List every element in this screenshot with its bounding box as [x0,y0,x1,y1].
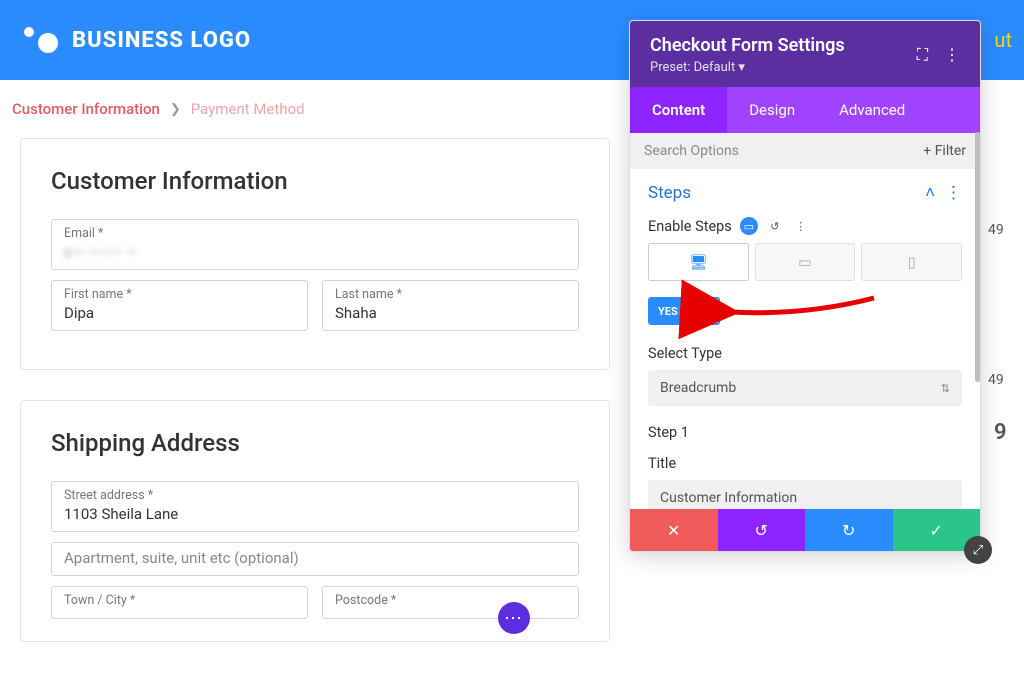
select-type-label: Select Type [648,345,962,362]
fab-more-icon[interactable]: ⋯ [498,602,530,634]
select-type-dropdown[interactable]: Breadcrumb ⇅ [648,370,962,406]
device-phone[interactable]: ▯ [861,243,962,281]
select-type-value: Breadcrumb [660,380,736,396]
expand-icon[interactable]: ⛶ [917,45,928,65]
breadcrumb-step-2[interactable]: Payment Method [191,100,305,118]
toggle-yes-label: YES [650,299,686,323]
first-name-label: First name * [64,287,295,302]
device-tablet[interactable]: ▭ [755,243,856,281]
first-name-field[interactable]: First name * Dipa [51,280,308,331]
undo-button[interactable]: ↺ [718,509,806,551]
chevron-right-icon: ❯ [170,102,181,117]
tab-content[interactable]: Content [630,87,727,133]
cancel-button[interactable]: ✕ [630,509,718,551]
customer-info-heading: Customer Information [51,167,579,195]
postcode-label: Postcode * [335,593,566,608]
tab-advanced[interactable]: Advanced [817,87,927,133]
updown-icon: ⇅ [941,382,950,395]
tab-design[interactable]: Design [727,87,817,133]
email-label: Email * [64,226,566,241]
town-label: Town / City * [64,593,295,608]
side-number: 9 [994,420,1007,445]
apartment-placeholder: Apartment, suite, unit etc (optional) [64,549,566,567]
panel-tabs: Content Design Advanced [630,87,980,133]
first-name-value: Dipa [64,304,295,322]
toggle-knob [686,299,718,323]
street-value: 1103 Sheila Lane [64,505,566,523]
panel-header: Checkout Form Settings Preset: Default ▾… [630,21,980,87]
kebab-icon[interactable]: ⋮ [945,183,962,203]
step1-label: Step 1 [648,424,962,441]
redo-button[interactable]: ↻ [805,509,893,551]
reset-icon[interactable]: ↺ [766,217,784,235]
breadcrumb-step-1[interactable]: Customer Information [12,100,160,118]
steps-section-header[interactable]: Steps ˄ ⋮ [648,183,962,203]
steps-label: Steps [648,183,691,203]
kebab-icon[interactable]: ⋮ [792,217,810,235]
logo-text: BUSINESS LOGO [72,28,251,53]
customer-info-card: Customer Information Email * c— ——— — Fi… [20,138,610,370]
filter-button[interactable]: + Filter [923,143,966,159]
panel-preset[interactable]: Preset: Default ▾ [650,60,845,75]
shipping-heading: Shipping Address [51,429,579,457]
step1-title-input[interactable]: Customer Information [648,480,962,509]
panel-title: Checkout Form Settings [650,35,845,56]
panel-body: Steps ˄ ⋮ Enable Steps ▭ ↺ ⋮ 🖥 ▭ ▯ YES S… [630,169,980,509]
side-number: 49 [988,222,1004,238]
device-toggle: 🖥 ▭ ▯ [648,243,962,281]
search-row: Search Options + Filter [630,133,980,169]
search-input[interactable]: Search Options [644,143,739,159]
apartment-field[interactable]: Apartment, suite, unit etc (optional) [51,542,579,576]
postcode-field[interactable]: Postcode * [322,586,579,619]
enable-steps-toggle[interactable]: YES [648,297,720,325]
last-name-label: Last name * [335,287,566,302]
last-name-value: Shaha [335,304,566,322]
email-value: c— ——— — [64,243,566,261]
topbar-partial-text: ut [994,28,1012,52]
side-number: 49 [988,372,1004,388]
street-field[interactable]: Street address * 1103 Sheila Lane [51,481,579,532]
town-field[interactable]: Town / City * [51,586,308,619]
kebab-icon[interactable]: ⋮ [944,45,960,65]
enable-steps-row: Enable Steps ▭ ↺ ⋮ [648,217,962,235]
phone-icon[interactable]: ▭ [740,217,758,235]
resize-icon[interactable]: ⤢ [964,536,992,564]
logo-icon [24,27,58,53]
enable-steps-label: Enable Steps [648,218,732,235]
chevron-up-icon[interactable]: ˄ [925,183,935,203]
step1-title-value: Customer Information [660,490,797,506]
email-field[interactable]: Email * c— ——— — [51,219,579,270]
street-label: Street address * [64,488,566,503]
panel-footer: ✕ ↺ ↻ ✓ [630,509,980,551]
title-label: Title [648,455,962,472]
last-name-field[interactable]: Last name * Shaha [322,280,579,331]
settings-panel: Checkout Form Settings Preset: Default ▾… [629,20,981,552]
device-desktop[interactable]: 🖥 [648,243,749,281]
panel-scrollbar[interactable] [975,132,980,382]
